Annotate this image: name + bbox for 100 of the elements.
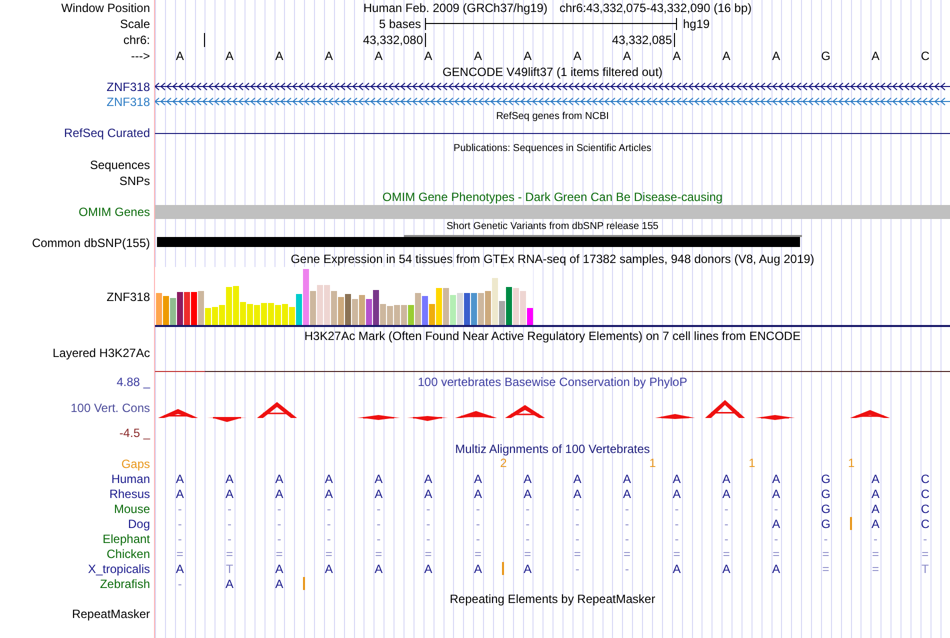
gap-count: 1 [748, 457, 756, 469]
alignment-base: - [824, 532, 828, 544]
alignment-base: - [774, 532, 778, 544]
gene-label[interactable]: ZNF318 [106, 80, 150, 92]
alignment-base: A [424, 472, 432, 484]
alignment-base: G [821, 502, 830, 514]
alignment-base: - [228, 532, 232, 544]
gene-line[interactable] [155, 132, 950, 134]
base-letter: G [820, 50, 832, 62]
alignment-base: A [573, 472, 582, 484]
alignment-base: - [575, 532, 580, 544]
track-label[interactable]: chr6: [123, 34, 150, 46]
track-title: Multiz Alignments of 100 Vertebrates [455, 442, 650, 454]
gap-count: 2 [500, 457, 507, 469]
coordinate-label: 43,332,080 [362, 34, 424, 46]
alignment-base: C [920, 502, 930, 514]
alignment-base: A [871, 488, 880, 500]
base-letter: A [423, 50, 434, 62]
track-title: H3K27Ac Mark (Often Found Near Active Regulatory Elements) on 7 cell lines from ENCODE [304, 330, 801, 342]
track-label[interactable]: Common dbSNP(155) [32, 236, 150, 248]
alignment-base: A [424, 562, 432, 574]
track-label[interactable]: 4.88 _ [116, 376, 150, 388]
track-label[interactable]: ZNF318 [106, 291, 150, 303]
base-letter: A [572, 50, 582, 62]
base-letter: A [771, 50, 782, 62]
alignment-base: = [822, 548, 830, 560]
alignment-base: - [376, 518, 381, 530]
alignment-base: G [821, 472, 830, 484]
alignment-base: A [324, 562, 333, 574]
alignment-base: A [772, 472, 780, 484]
alignment-base: - [625, 562, 630, 574]
alignment-base: = [375, 548, 382, 560]
alignment-base: = [524, 548, 532, 560]
species-label[interactable]: Dog [128, 518, 150, 530]
alignment-base: = [624, 548, 631, 560]
alignment-base: A [176, 488, 184, 500]
alignment-base: - [575, 518, 580, 530]
alignment-base: - [178, 502, 182, 514]
track-label[interactable]: Window Position [61, 2, 150, 14]
track-label[interactable]: Layered H3K27Ac [52, 347, 150, 359]
alignment-base: A [275, 472, 284, 484]
position-text: chr6:43,332,075-43,332,090 (16 bp) [559, 2, 752, 14]
alignment-base: = [673, 548, 680, 560]
base-letter: A [472, 50, 483, 62]
alignment-base: - [526, 532, 530, 544]
alignment-base: A [374, 488, 383, 500]
alignment-base: A [722, 562, 730, 574]
alignment-base: = [226, 548, 234, 560]
alignment-base: - [326, 518, 331, 530]
species-label[interactable]: Chicken [106, 548, 150, 560]
alignment-base: A [871, 472, 880, 484]
expression-bars-drawing[interactable] [155, 267, 533, 325]
alignment-base: - [625, 532, 630, 544]
alignment-base: C [920, 472, 930, 484]
track-label[interactable]: RepeatMasker [72, 608, 150, 620]
track-label[interactable]: OMIM Genes [78, 206, 150, 218]
alignment-base: A [524, 488, 532, 500]
alignment-base: A [324, 488, 333, 500]
alignment-base: - [326, 502, 331, 514]
alignment-base: A [524, 472, 532, 484]
species-label[interactable]: Mouse [114, 502, 150, 514]
track-title: Gene Expression in 54 tissues from GTEx RNA-seq of 17382 samples, 948 donors (V8, Aug 2019) [290, 252, 814, 264]
alignment-base: A [772, 562, 780, 574]
alignment-base: - [724, 502, 728, 514]
alignment-base: - [178, 578, 182, 590]
alignment-base: A [871, 502, 880, 514]
alignment-base: A [474, 488, 482, 500]
species-label[interactable]: Zebrafish [100, 578, 150, 590]
coordinate-label: 43,332,085 [610, 34, 673, 46]
track-label[interactable]: -4.5 _ [119, 427, 150, 439]
alignment-base: A [672, 488, 681, 500]
alignment-base: - [476, 532, 480, 544]
alignment-base: = [872, 548, 879, 560]
alignment-base: - [228, 518, 232, 530]
track-label[interactable]: 100 Vert. Cons [70, 402, 150, 414]
species-label[interactable]: Elephant [102, 532, 150, 544]
species-label[interactable]: Rhesus [109, 488, 150, 500]
species-label[interactable]: X_tropicalis [88, 562, 150, 574]
alignment-base: = [872, 562, 879, 574]
base-letter: A [870, 50, 880, 62]
alignment-base: = [922, 548, 929, 560]
alignment-base: - [476, 518, 480, 530]
alignment-base: - [277, 518, 282, 530]
alignment-base: = [276, 548, 283, 560]
alignment-base: = [822, 562, 830, 574]
track-label[interactable]: Sequences [90, 159, 150, 171]
alignment-base: - [526, 502, 530, 514]
gene-label[interactable]: ZNF318 [106, 96, 150, 108]
track-label[interactable]: Scale [120, 18, 150, 30]
track-label[interactable]: SNPs [119, 175, 150, 187]
gap-count: 1 [649, 457, 656, 469]
alignment-base: - [774, 502, 778, 514]
alignment-base: T [226, 562, 234, 574]
alignment-base: - [326, 532, 331, 544]
track-label[interactable]: ---> [131, 50, 150, 62]
track-label[interactable]: RefSeq Curated [64, 127, 150, 139]
alignment-base: - [476, 502, 480, 514]
species-label[interactable]: Human [111, 472, 150, 484]
alignment-base: - [674, 518, 679, 530]
alignment-base: = [722, 548, 730, 560]
